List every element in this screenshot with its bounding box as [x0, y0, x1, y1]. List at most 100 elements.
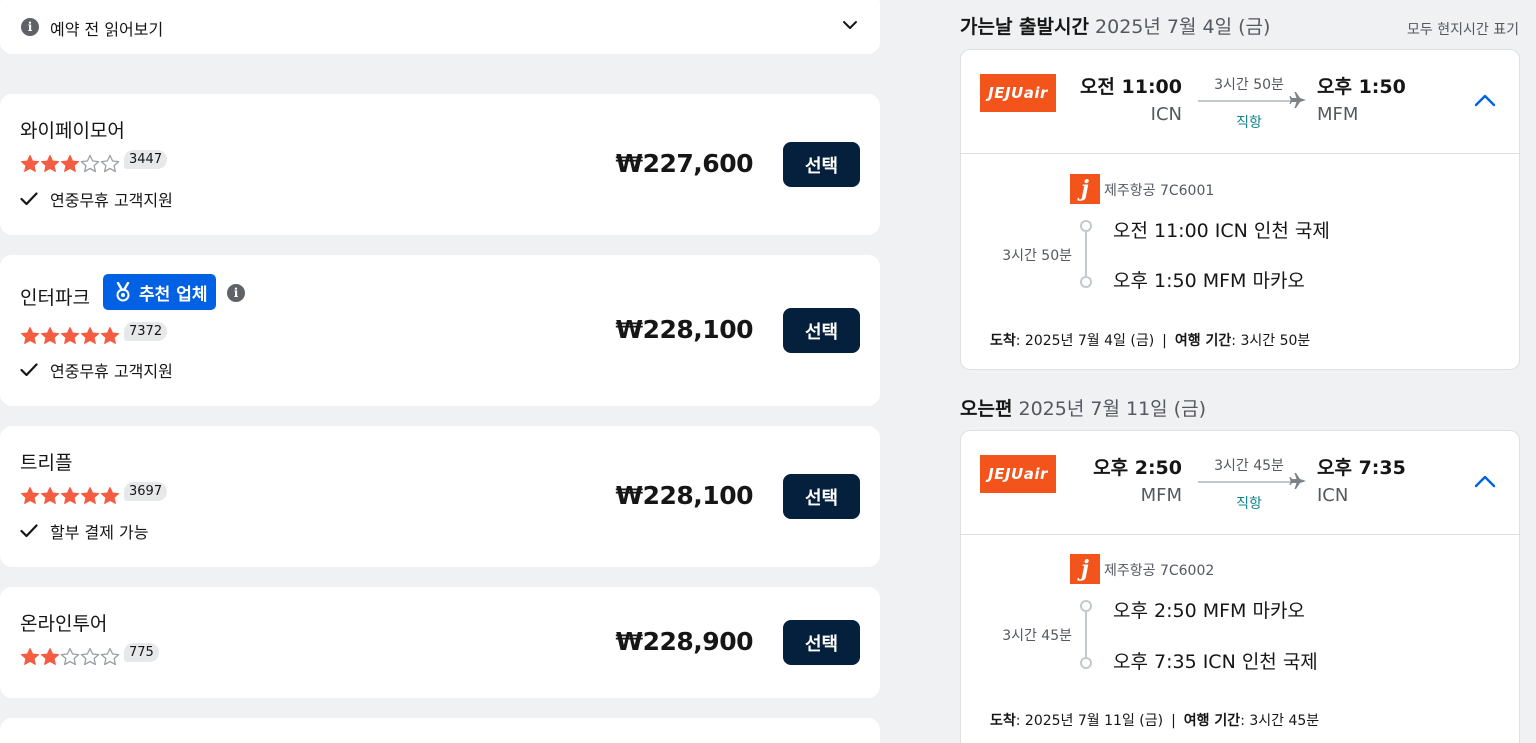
star-icon — [40, 486, 60, 504]
inbound-heading-label: 오는편 — [960, 398, 1013, 420]
review-count: 3447 — [124, 150, 168, 169]
select-button[interactable]: 선택 — [783, 142, 860, 187]
arrive-label: 도착 — [990, 333, 1016, 349]
arrival-code: ICN — [1317, 485, 1349, 506]
outbound-flight-card: JEJUair 오전 11:00 ICN 3시간 50분 직항 오후 1:50 … — [960, 49, 1520, 370]
select-button[interactable]: 선택 — [783, 308, 860, 353]
star-icon — [20, 647, 40, 665]
timeline-line — [1085, 612, 1087, 657]
info-icon[interactable]: i — [227, 284, 245, 302]
read-before-booking-label: 예약 전 읽어보기 — [50, 20, 164, 39]
rating-stars — [20, 154, 120, 172]
select-button[interactable]: 선택 — [783, 474, 860, 519]
check-icon — [20, 524, 38, 538]
outbound-heading-label: 가는날 출발시간 — [960, 16, 1089, 38]
local-time-note: 모두 현지시간 표기 — [1407, 22, 1519, 38]
arrival-time: 오후 1:50 — [1317, 76, 1406, 98]
price: ₩227,600 — [615, 149, 754, 178]
star-icon — [80, 154, 100, 172]
star-icon — [100, 154, 120, 172]
provider-feature: 연중무휴 고객지원 — [20, 358, 173, 382]
jejuair-small-logo: j — [1070, 554, 1100, 584]
timeline-dot-start — [1080, 220, 1092, 232]
badge-label: 추천 업체 — [139, 284, 208, 305]
arrival-stop: 오후 7:35 ICN 인천 국제 — [1113, 651, 1318, 673]
inbound-heading-date: 2025년 7월 11일 (금) — [1018, 398, 1206, 420]
rating-stars — [20, 326, 120, 344]
star-icon — [80, 647, 100, 665]
star-icon — [80, 326, 100, 344]
provider-name[interactable]: 인터파크 — [20, 283, 90, 310]
direct-label: 직항 — [1236, 115, 1262, 131]
departure-stop: 오후 2:50 MFM 마카오 — [1113, 600, 1305, 622]
star-icon — [80, 486, 100, 504]
chevron-down-icon[interactable] — [842, 17, 858, 33]
review-count: 7372 — [124, 322, 168, 341]
medal-icon — [116, 282, 130, 302]
outbound-summary[interactable]: JEJUair 오전 11:00 ICN 3시간 50분 직항 오후 1:50 … — [961, 50, 1519, 154]
jejuair-logo-text: JEJUair — [988, 84, 1048, 102]
read-before-booking-panel[interactable]: i 예약 전 읽어보기 — [0, 0, 880, 54]
inbound-summary[interactable]: JEJUair 오후 2:50 MFM 3시간 45분 직항 오후 7:35 I… — [961, 431, 1519, 535]
star-icon — [20, 154, 40, 172]
route-line — [1198, 481, 1290, 483]
arrive-label: 도착 — [990, 713, 1016, 729]
provider-name[interactable]: 트리플 — [20, 448, 72, 475]
recommended-badge: 추천 업체 — [103, 274, 217, 310]
provider-feature: 할부 결제 가능 — [20, 519, 149, 543]
arrival-code: MFM — [1317, 104, 1359, 125]
departure-time: 오후 2:50 — [1093, 457, 1182, 479]
arrival-time: 오후 7:35 — [1317, 457, 1406, 479]
chevron-up-icon[interactable] — [1474, 93, 1496, 107]
departure-time: 오전 11:00 — [1079, 76, 1182, 98]
departure-code: MFM — [1140, 485, 1182, 506]
check-icon — [20, 192, 38, 206]
price: ₩228,100 — [615, 481, 754, 510]
star-icon — [60, 326, 80, 344]
separator: | — [1171, 713, 1176, 729]
travel-label: 여행 기간 — [1183, 713, 1241, 729]
segment-duration: 3시간 45분 — [1002, 628, 1072, 644]
provider-name[interactable]: 와이페이모어 — [20, 116, 125, 143]
check-icon — [20, 363, 38, 377]
flight-duration: 3시간 50분 — [1214, 77, 1284, 93]
inbound-heading: 오는편 2025년 7월 11일 (금) — [960, 394, 1206, 421]
price: ₩228,100 — [615, 315, 754, 344]
provider-card-triple: 트리플 3697 할부 결제 가능 ₩228,100 선택 — [0, 426, 880, 567]
departure-code: ICN — [1150, 104, 1182, 125]
travel-value: : 3시간 50분 — [1231, 333, 1311, 349]
airline-flight-number: 제주항공 7C6001 — [1104, 183, 1215, 199]
provider-card-interpark: 인터파크 추천 업체 i 7372 연중무휴 고객지원 ₩228,100 선택 — [0, 255, 880, 406]
select-button[interactable]: 선택 — [783, 620, 860, 665]
star-icon — [20, 486, 40, 504]
feature-label: 연중무휴 고객지원 — [50, 362, 173, 381]
star-icon — [100, 326, 120, 344]
feature-label: 할부 결제 가능 — [50, 523, 149, 542]
timeline-dot-end — [1080, 657, 1092, 669]
jejuair-logo-text: JEJUair — [988, 465, 1048, 483]
provider-card-next — [0, 718, 880, 743]
inbound-flight-card: JEJUair 오후 2:50 MFM 3시간 45분 직항 오후 7:35 I… — [960, 430, 1520, 743]
rating-stars — [20, 647, 120, 665]
outbound-heading-date: 2025년 7월 4일 (금) — [1095, 16, 1271, 38]
trip-summary: 도착: 2025년 7월 4일 (금) | 여행 기간: 3시간 50분 — [990, 330, 1310, 350]
price: ₩228,900 — [615, 627, 754, 656]
segment-duration: 3시간 50분 — [1002, 248, 1072, 264]
star-icon — [60, 486, 80, 504]
star-icon — [20, 326, 40, 344]
arrive-value: : 2025년 7월 4일 (금) — [1015, 333, 1155, 349]
provider-name[interactable]: 온라인투어 — [20, 609, 107, 636]
feature-label: 연중무휴 고객지원 — [50, 191, 173, 210]
jejuair-logo: JEJUair — [980, 455, 1056, 493]
star-icon — [100, 486, 120, 504]
departure-stop: 오전 11:00 ICN 인천 국제 — [1113, 220, 1330, 242]
provider-card-onlinetour: 온라인투어 775 ₩228,900 선택 — [0, 587, 880, 698]
arrival-stop: 오후 1:50 MFM 마카오 — [1113, 270, 1305, 292]
star-icon — [60, 647, 80, 665]
timeline-line — [1085, 232, 1087, 276]
chevron-up-icon[interactable] — [1474, 474, 1496, 488]
star-icon — [40, 326, 60, 344]
jejuair-small-logo: j — [1070, 174, 1100, 204]
provider-feature: 연중무휴 고객지원 — [20, 187, 173, 211]
separator: | — [1162, 333, 1167, 349]
